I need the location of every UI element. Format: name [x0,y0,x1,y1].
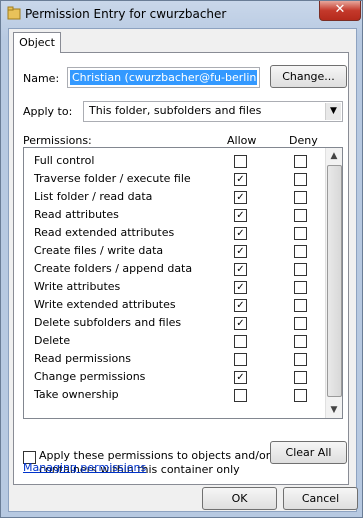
permission-name: Read extended attributes [34,226,175,239]
deny-checkbox[interactable] [294,191,307,204]
deny-checkbox[interactable] [294,371,307,384]
permission-name: Create files / write data [34,244,164,257]
permission-name: Write attributes [34,280,121,293]
permissions-header: Permissions: [23,134,92,147]
allow-checkbox[interactable] [234,155,247,168]
allow-checkbox[interactable]: ✓ [234,191,247,204]
deny-checkbox[interactable] [294,281,307,294]
ok-button[interactable]: OK [202,487,277,510]
allow-checkbox[interactable]: ✓ [234,209,247,222]
allow-checkbox[interactable] [234,389,247,402]
deny-checkbox[interactable] [294,245,307,258]
dialog-client: Object Name: Christian (cwurzbacher@fu-b… [8,28,358,512]
permission-row: Read attributes ✓ [24,206,324,224]
managing-permissions-link[interactable]: Managing permissions [23,461,146,474]
permission-name: Delete [34,334,71,347]
permission-name: Read permissions [34,352,131,365]
allow-checkbox[interactable]: ✓ [234,281,247,294]
permission-name: Write extended attributes [34,298,176,311]
allow-checkbox[interactable]: ✓ [234,245,247,258]
folder-icon [7,6,21,20]
permission-name: Take ownership [34,388,119,401]
deny-checkbox[interactable] [294,335,307,348]
permissions-list: ▲ ▼ Full control Traverse folder / execut… [23,147,343,419]
deny-checkbox[interactable] [294,389,307,402]
permission-row: Read permissions [24,350,324,368]
deny-checkbox[interactable] [294,263,307,276]
apply-to-value: This folder, subfolders and files [89,104,262,117]
deny-checkbox[interactable] [294,299,307,312]
chevron-down-icon[interactable]: ▼ [325,103,341,120]
change-button[interactable]: Change... [270,65,347,88]
title-bar: Permission Entry for cwurzbacher ✕ [1,1,362,29]
cancel-button[interactable]: Cancel [283,487,358,510]
permission-row: Write attributes ✓ [24,278,324,296]
permission-name: Create folders / append data [34,262,193,275]
allow-checkbox[interactable] [234,335,247,348]
permission-name: Traverse folder / execute file [34,172,191,185]
name-field[interactable]: Christian (cwurzbacher@fu-berlin.de) [67,67,260,88]
permission-row: Create files / write data ✓ [24,242,324,260]
permission-name: List folder / read data [34,190,153,203]
permission-entry-dialog: Permission Entry for cwurzbacher ✕ Objec… [0,0,363,518]
allow-checkbox[interactable]: ✓ [234,173,247,186]
apply-to-label: Apply to: [23,105,73,118]
permission-name: Read attributes [34,208,119,221]
permissions-scrollbar[interactable]: ▲ ▼ [325,148,342,418]
window-title: Permission Entry for cwurzbacher [25,7,227,21]
permission-row: Full control [24,152,324,170]
permission-row: Change permissions ✓ [24,368,324,386]
deny-checkbox[interactable] [294,209,307,222]
deny-checkbox[interactable] [294,353,307,366]
scroll-up-arrow-icon[interactable]: ▲ [326,148,342,164]
permission-row: Delete subfolders and files ✓ [24,314,324,332]
allow-checkbox[interactable]: ✓ [234,299,247,312]
allow-checkbox[interactable] [234,353,247,366]
permission-name: Change permissions [34,370,146,383]
tab-object[interactable]: Object [13,32,61,53]
deny-header: Deny [289,134,318,147]
permission-row: Read extended attributes ✓ [24,224,324,242]
close-button[interactable]: ✕ [319,1,361,21]
scrollbar-thumb[interactable] [327,165,342,397]
allow-checkbox[interactable]: ✓ [234,317,247,330]
permission-row: Take ownership [24,386,324,404]
deny-checkbox[interactable] [294,155,307,168]
permission-name: Full control [34,154,95,167]
scroll-down-arrow-icon[interactable]: ▼ [326,402,342,418]
permission-row: List folder / read data ✓ [24,188,324,206]
permission-name: Delete subfolders and files [34,316,182,329]
deny-checkbox[interactable] [294,317,307,330]
apply-to-select[interactable]: This folder, subfolders and files ▼ [83,101,343,122]
permission-row: Traverse folder / execute file ✓ [24,170,324,188]
deny-checkbox[interactable] [294,173,307,186]
permission-row: Create folders / append data ✓ [24,260,324,278]
permission-row: Write extended attributes ✓ [24,296,324,314]
name-value: Christian (cwurzbacher@fu-berlin.de) [70,70,257,85]
allow-checkbox[interactable]: ✓ [234,371,247,384]
deny-checkbox[interactable] [294,227,307,240]
clear-all-button[interactable]: Clear All [270,441,347,464]
name-label: Name: [23,72,60,85]
object-panel: Name: Christian (cwurzbacher@fu-berlin.d… [13,52,349,485]
allow-checkbox[interactable]: ✓ [234,227,247,240]
permission-row: Delete [24,332,324,350]
allow-checkbox[interactable]: ✓ [234,263,247,276]
allow-header: Allow [227,134,257,147]
